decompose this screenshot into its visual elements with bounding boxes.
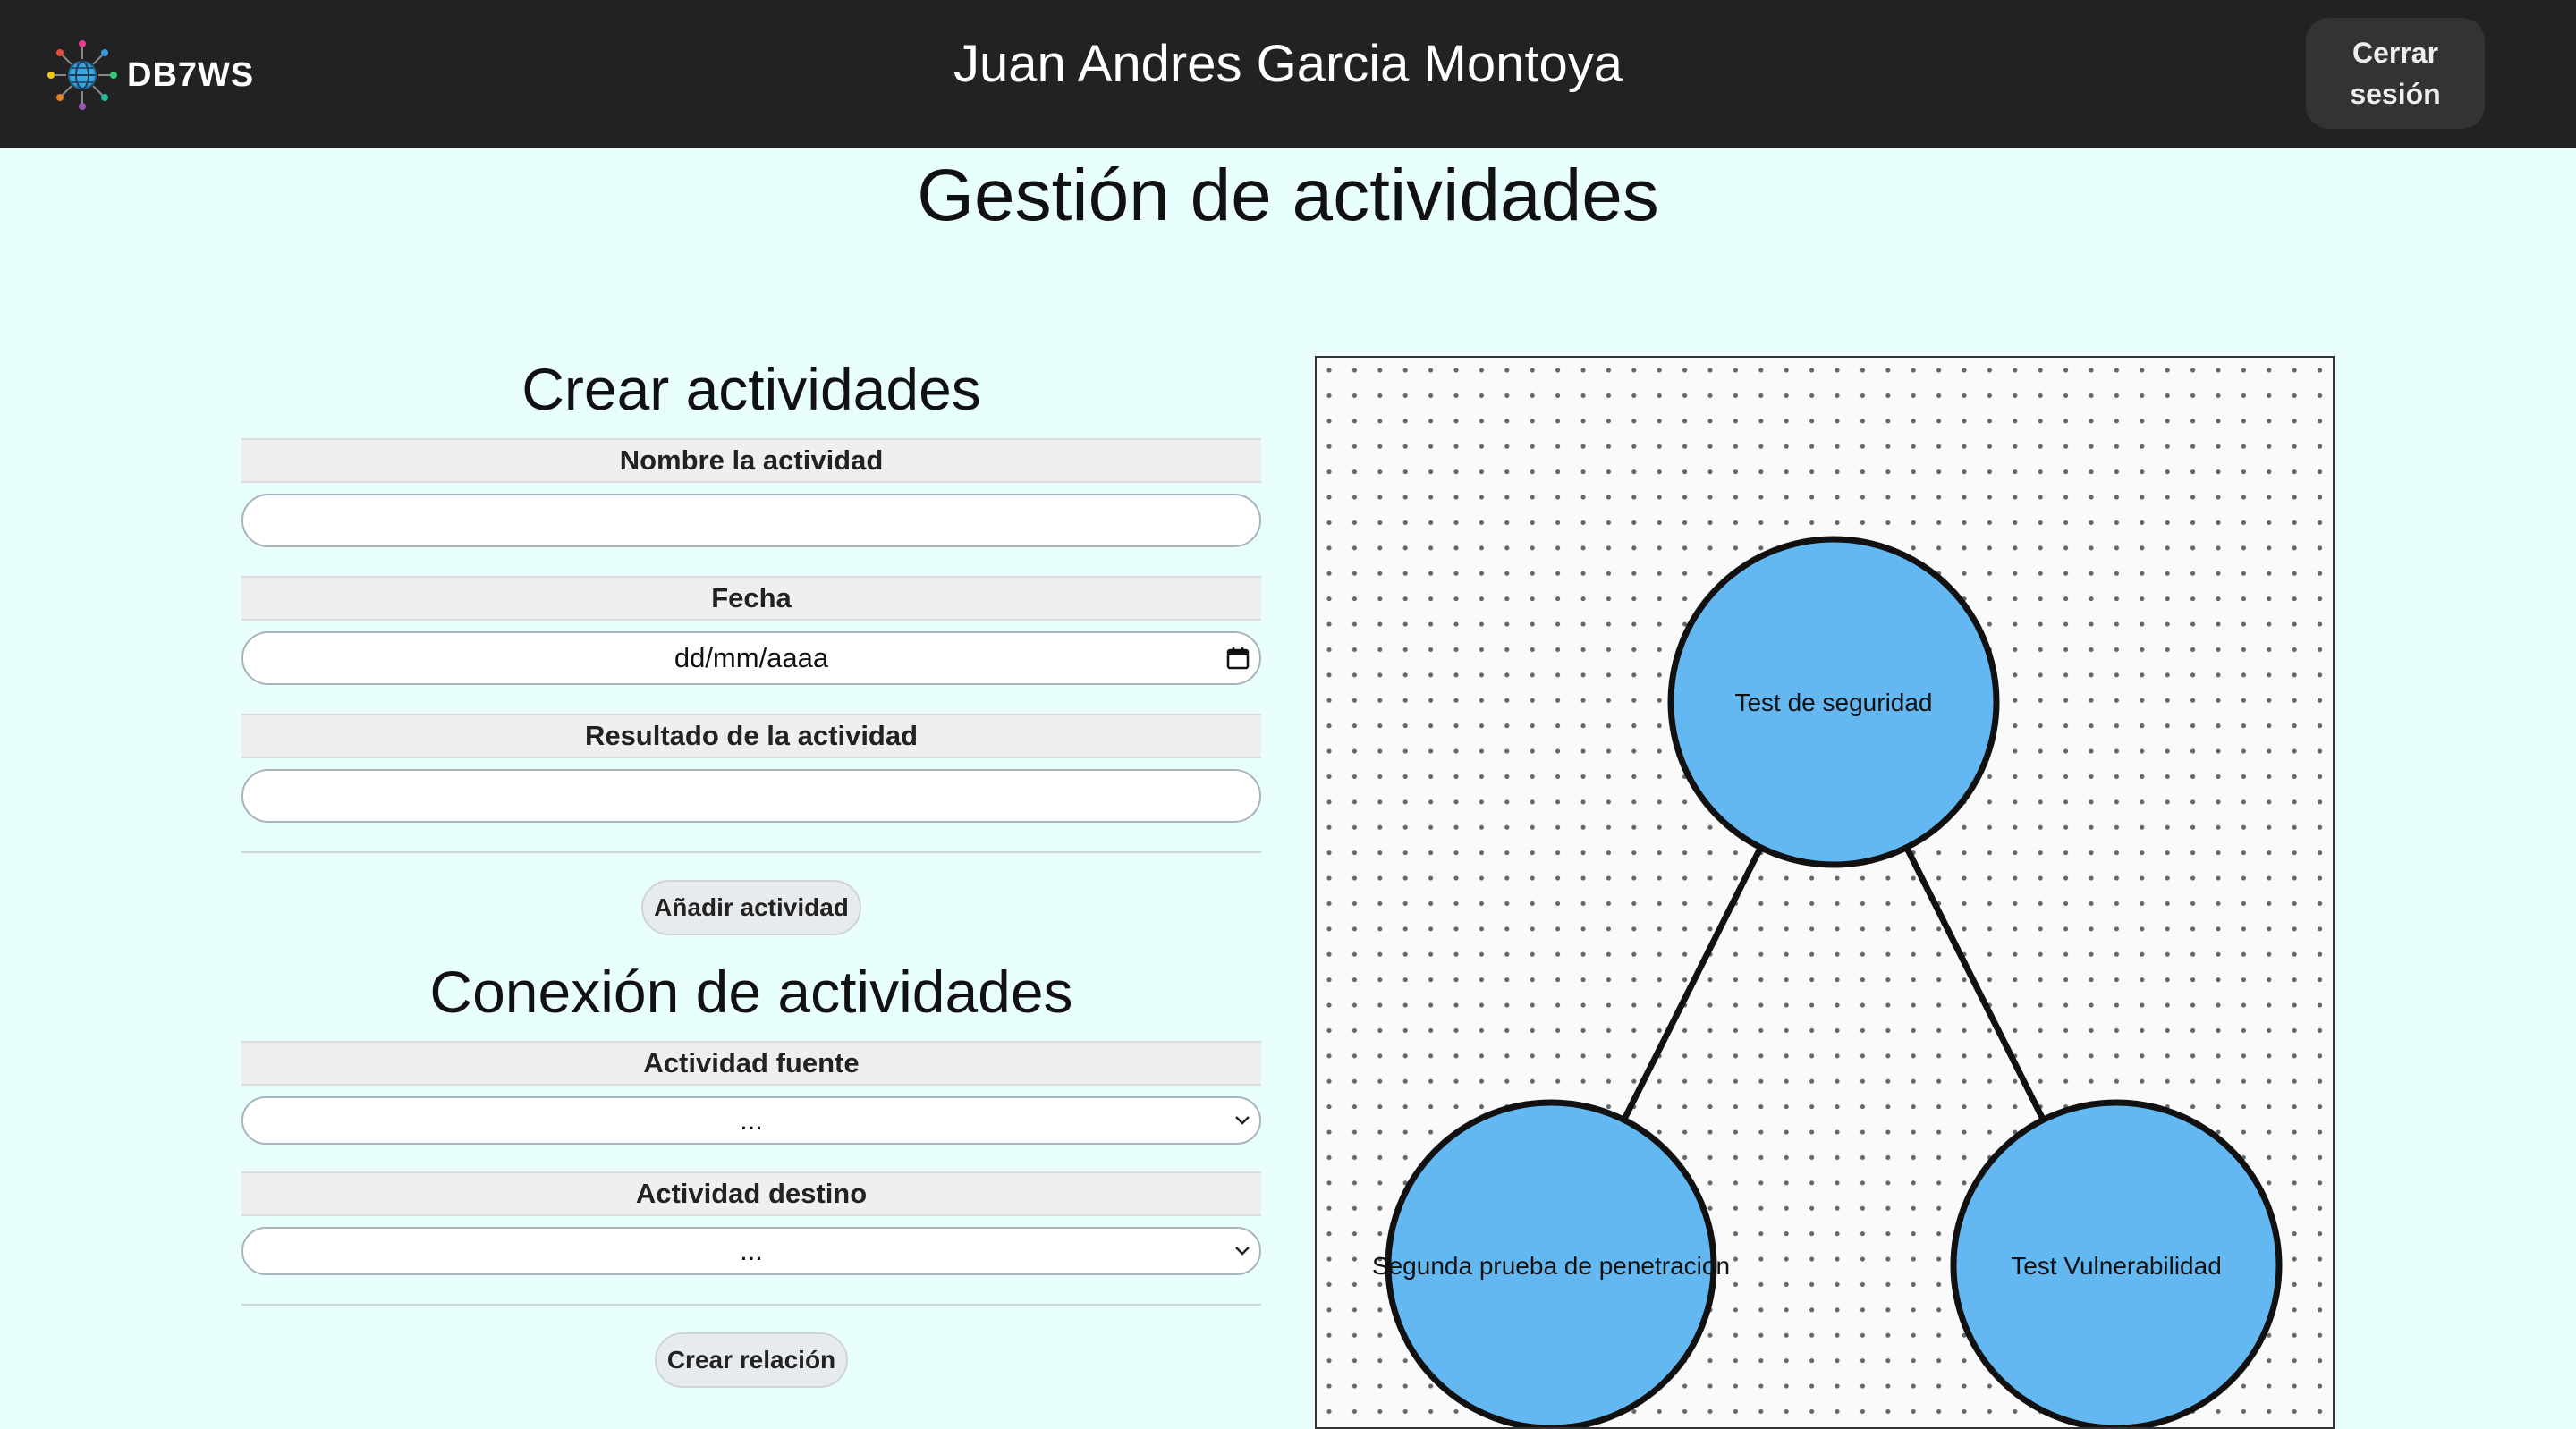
activity-name-input[interactable] [242, 494, 1261, 547]
create-activities-title: Crear actividades [521, 356, 981, 422]
connect-activities-title: Conexión de actividades [429, 959, 1073, 1025]
chevron-down-icon [1235, 1116, 1250, 1125]
date-label: Fecha [242, 576, 1261, 621]
result-label: Resultado de la actividad [242, 714, 1261, 758]
graph-node[interactable]: Test de seguridad [1667, 536, 2000, 868]
activity-graph-canvas[interactable]: Test de seguridad Segunda prueba de penet… [1315, 356, 2334, 1429]
activity-graph: Test de seguridad Segunda prueba de penet… [1317, 358, 2333, 1428]
result-input[interactable] [242, 769, 1261, 823]
source-activity-select[interactable]: ... [242, 1096, 1261, 1145]
calendar-icon[interactable] [1225, 646, 1250, 671]
date-input[interactable]: dd/mm/aaaa [242, 631, 1261, 685]
page-title: Gestión de actividades [917, 155, 1659, 236]
date-placeholder: dd/mm/aaaa [674, 642, 829, 673]
target-activity-select[interactable]: ... [242, 1227, 1261, 1275]
user-name: Juan Andres Garcia Montoya [953, 35, 1623, 93]
target-activity-selected: ... [740, 1235, 763, 1266]
chevron-down-icon [1235, 1247, 1250, 1256]
graph-node[interactable]: Test Vulnerabilidad [1950, 1099, 2283, 1428]
add-activity-button[interactable]: Añadir actividad [641, 880, 861, 935]
create-relation-button[interactable]: Crear relación [654, 1332, 849, 1388]
graph-node-label: Test de seguridad [1734, 689, 1932, 716]
activity-name-label: Nombre la actividad [242, 438, 1261, 483]
logout-button[interactable]: Cerrar sesión [2306, 18, 2485, 129]
source-activity-selected: ... [740, 1104, 763, 1136]
target-activity-label: Actividad destino [242, 1171, 1261, 1216]
graph-node-label: Test Vulnerabilidad [2011, 1252, 2222, 1280]
graph-node-label: Segunda prueba de penetracion [1372, 1252, 1730, 1280]
source-activity-label: Actividad fuente [242, 1041, 1261, 1086]
activity-forms: Crear actividades Nombre la actividad Fe… [242, 349, 1261, 1388]
top-bar: DB7WS Juan Andres Garcia Montoya Cerrar … [0, 0, 2576, 148]
